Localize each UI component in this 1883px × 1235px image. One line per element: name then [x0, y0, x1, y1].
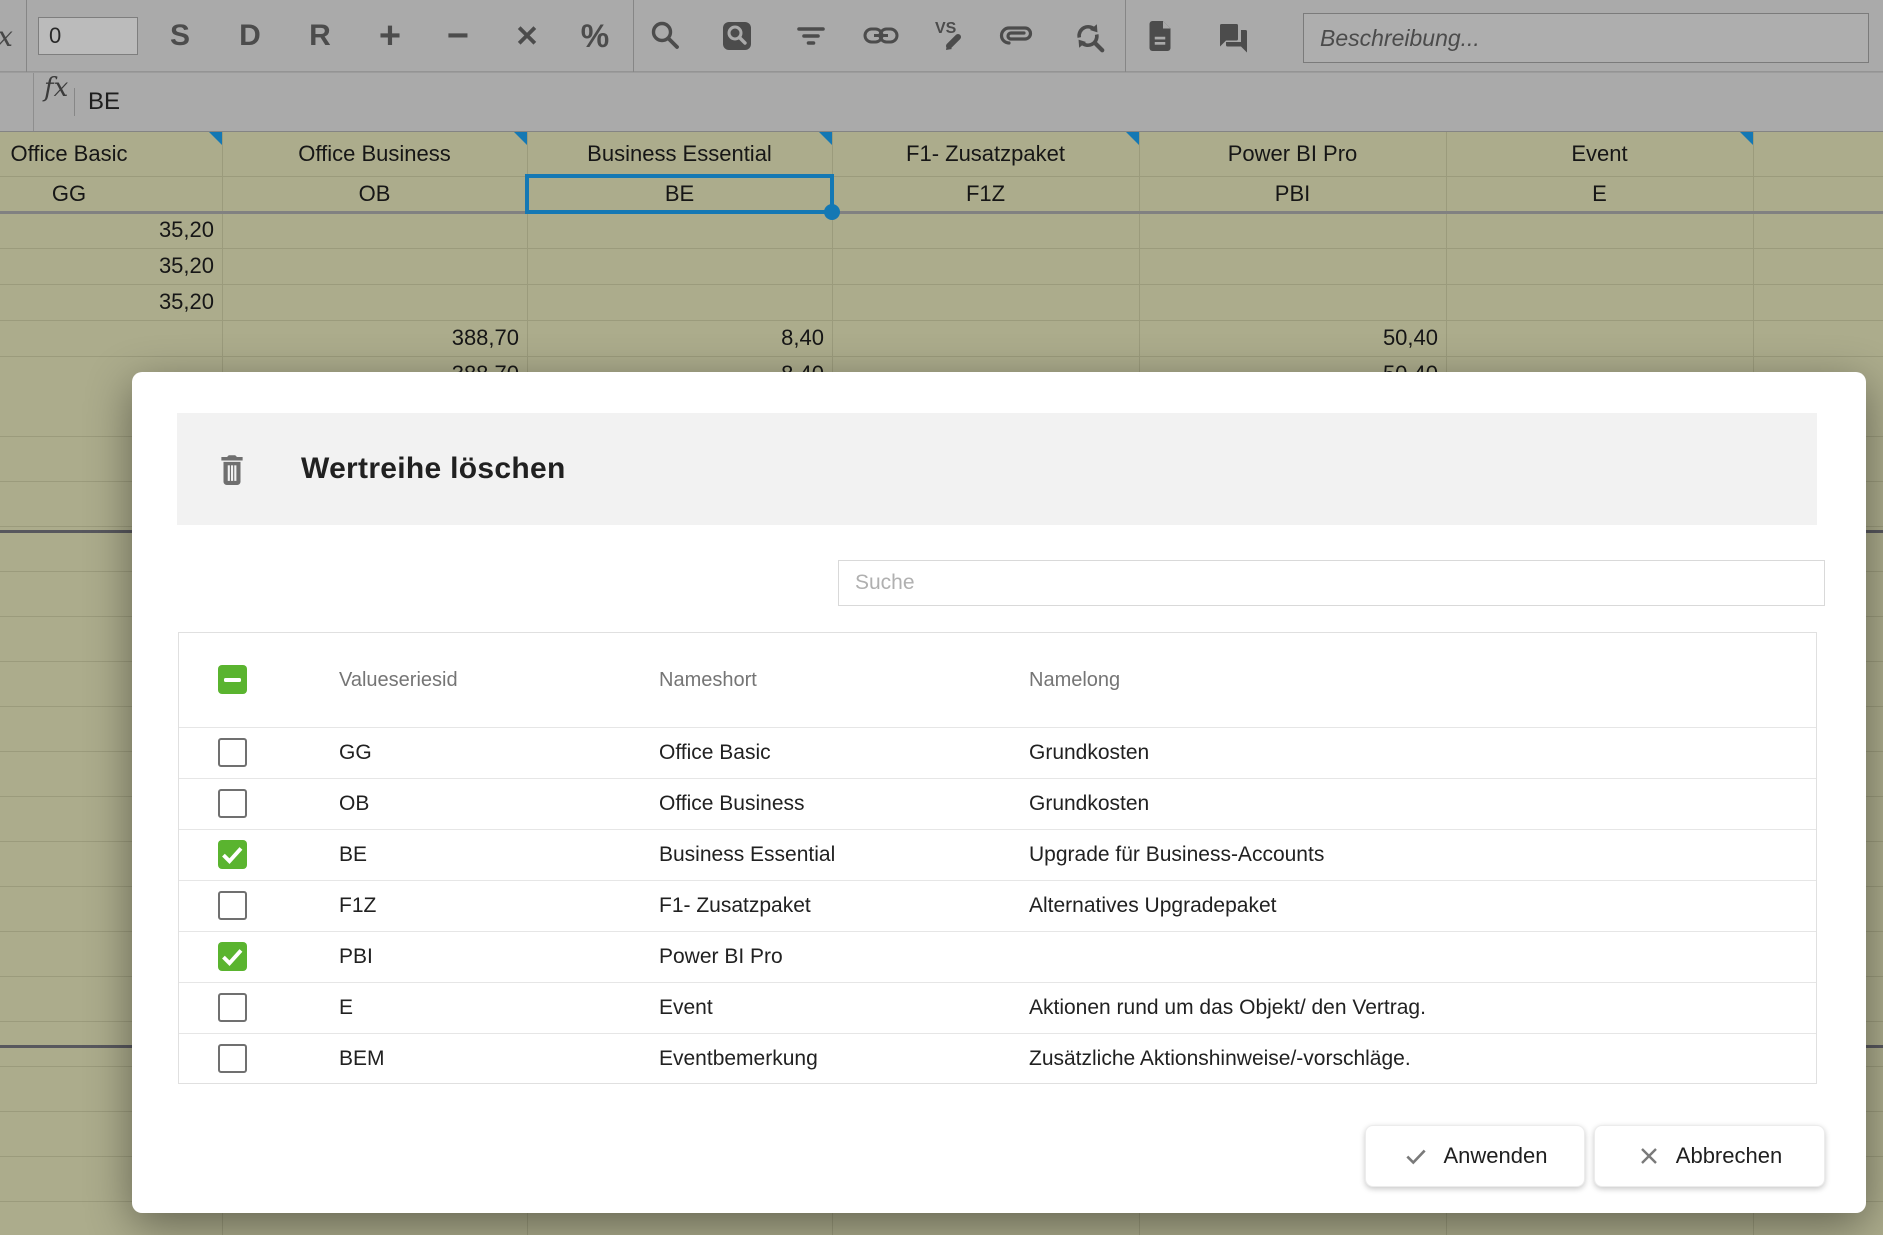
table-row[interactable]: BEM Eventbemerkung Zusätzliche Aktionshi…	[179, 1033, 1816, 1084]
check-icon	[1403, 1143, 1429, 1169]
check-icon	[218, 840, 247, 869]
row-nameshort: Event	[659, 983, 713, 1033]
check-icon	[218, 942, 247, 971]
row-nameshort: Office Basic	[659, 728, 771, 778]
table-row[interactable]: E Event Aktionen rund um das Objekt/ den…	[179, 982, 1816, 1033]
x-icon	[1637, 1144, 1661, 1168]
col-header-nameshort: Nameshort	[659, 633, 757, 727]
row-id: GG	[339, 728, 372, 778]
row-namelong: Alternatives Upgradepaket	[1029, 881, 1276, 931]
row-nameshort: Office Business	[659, 779, 805, 829]
table-row[interactable]: F1Z F1- Zusatzpaket Alternatives Upgrade…	[179, 880, 1816, 931]
indeterminate-icon	[224, 678, 241, 682]
row-checkbox[interactable]	[218, 942, 247, 971]
row-namelong: Upgrade für Business-Accounts	[1029, 830, 1324, 880]
row-namelong: Aktionen rund um das Objekt/ den Vertrag…	[1029, 983, 1426, 1033]
apply-button[interactable]: Anwenden	[1365, 1125, 1585, 1187]
delete-value-series-dialog: Wertreihe löschen Valueseriesid Nameshor…	[132, 372, 1866, 1213]
row-nameshort: Eventbemerkung	[659, 1034, 818, 1084]
trash-icon	[215, 449, 249, 489]
row-nameshort: F1- Zusatzpaket	[659, 881, 811, 931]
row-id: OB	[339, 779, 369, 829]
table-row[interactable]: BE Business Essential Upgrade für Busine…	[179, 829, 1816, 880]
table-row[interactable]: PBI Power BI Pro	[179, 931, 1816, 982]
select-all-checkbox[interactable]	[218, 665, 247, 694]
row-nameshort: Power BI Pro	[659, 932, 783, 982]
row-namelong: Grundkosten	[1029, 728, 1149, 778]
col-header-valueseriesid: Valueseriesid	[339, 633, 458, 727]
row-checkbox[interactable]	[218, 993, 247, 1022]
cancel-button-label: Abbrechen	[1676, 1143, 1782, 1169]
row-namelong: Grundkosten	[1029, 779, 1149, 829]
row-id: E	[339, 983, 353, 1033]
row-checkbox[interactable]	[218, 789, 247, 818]
dialog-title: Wertreihe löschen	[301, 452, 566, 486]
table-row[interactable]: OB Office Business Grundkosten	[179, 778, 1816, 829]
table-row[interactable]: GG Office Basic Grundkosten	[179, 727, 1816, 778]
apply-button-label: Anwenden	[1444, 1143, 1548, 1169]
value-series-table: Valueseriesid Nameshort Namelong GG Offi…	[178, 632, 1817, 1084]
row-checkbox[interactable]	[218, 738, 247, 767]
row-checkbox[interactable]	[218, 891, 247, 920]
row-id: PBI	[339, 932, 373, 982]
row-id: F1Z	[339, 881, 376, 931]
dialog-header: Wertreihe löschen	[177, 413, 1817, 525]
row-id: BE	[339, 830, 367, 880]
row-nameshort: Business Essential	[659, 830, 835, 880]
row-id: BEM	[339, 1034, 385, 1084]
row-checkbox[interactable]	[218, 1044, 247, 1073]
col-header-namelong: Namelong	[1029, 633, 1120, 727]
cancel-button[interactable]: Abbrechen	[1594, 1125, 1825, 1187]
table-header-row: Valueseriesid Nameshort Namelong	[179, 633, 1816, 727]
dialog-search-input[interactable]	[838, 560, 1825, 606]
row-namelong: Zusätzliche Aktionshinweise/-vorschläge.	[1029, 1034, 1411, 1084]
app-window: x S D R + − ✕ %	[0, 0, 1883, 1235]
row-checkbox[interactable]	[218, 840, 247, 869]
